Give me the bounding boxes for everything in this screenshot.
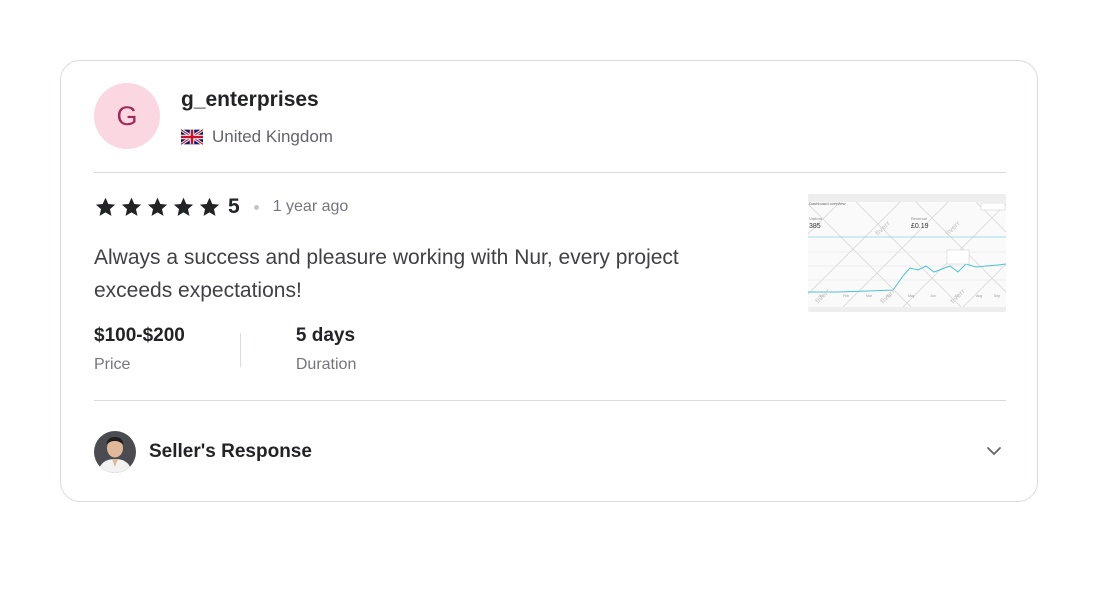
meta-separator [239, 333, 241, 367]
svg-text:Sep: Sep [994, 294, 1000, 298]
svg-text:Jun: Jun [930, 294, 936, 298]
delivery-thumbnail[interactable]: Dashboard overview Visitors 385 Revenue … [808, 194, 1006, 312]
star-rating [94, 196, 221, 218]
rating-row: 5 1 year ago [94, 195, 348, 219]
thumb-stat-left: 385 [809, 223, 821, 230]
response-divider [94, 400, 1006, 401]
star-icon [173, 197, 194, 216]
chevron-down-icon[interactable] [984, 441, 1004, 461]
country-name: United Kingdom [212, 127, 333, 146]
duration-value: 5 days [295, 325, 356, 346]
svg-text:Mar: Mar [866, 294, 873, 298]
header-divider [94, 172, 1006, 173]
seller-avatar [94, 431, 136, 473]
star-icon [147, 197, 168, 216]
uk-flag-icon [181, 129, 203, 145]
reviewer-avatar: G [94, 83, 160, 149]
svg-text:May: May [908, 294, 915, 298]
reviewer-country: United Kingdom [181, 127, 333, 147]
thumb-stat-right: £0.19 [911, 223, 929, 230]
price-value: $100-$200 [94, 325, 185, 346]
svg-text:Visitors: Visitors [809, 216, 822, 221]
order-meta: $100-$200 Price 5 days Duration [94, 325, 356, 374]
price-label: Price [94, 356, 131, 373]
price-block: $100-$200 Price [94, 325, 185, 374]
reviewer-username[interactable]: g_enterprises [181, 88, 319, 112]
seller-response-toggle[interactable]: Seller's Response [94, 430, 1006, 474]
svg-text:Feb: Feb [843, 294, 849, 298]
duration-block: 5 days Duration [296, 325, 356, 374]
star-icon [199, 197, 220, 216]
separator-dot [253, 204, 259, 210]
thumbnail-dashboard-image: Dashboard overview Visitors 385 Revenue … [808, 194, 1006, 312]
star-icon [121, 197, 142, 216]
review-time: 1 year ago [272, 198, 349, 215]
svg-text:Revenue: Revenue [911, 216, 928, 221]
review-card: G g_enterprises United Kingdom 5 1 year … [60, 60, 1038, 502]
svg-text:Dashboard overview: Dashboard overview [809, 201, 846, 206]
reviewer-header: G g_enterprises United Kingdom [94, 83, 1006, 173]
rating-value: 5 [228, 195, 240, 218]
svg-text:Aug: Aug [976, 294, 982, 298]
seller-response-title: Seller's Response [149, 441, 312, 462]
review-text: Always a success and pleasure working wi… [94, 246, 679, 302]
duration-label: Duration [295, 356, 357, 373]
star-icon [95, 197, 116, 216]
